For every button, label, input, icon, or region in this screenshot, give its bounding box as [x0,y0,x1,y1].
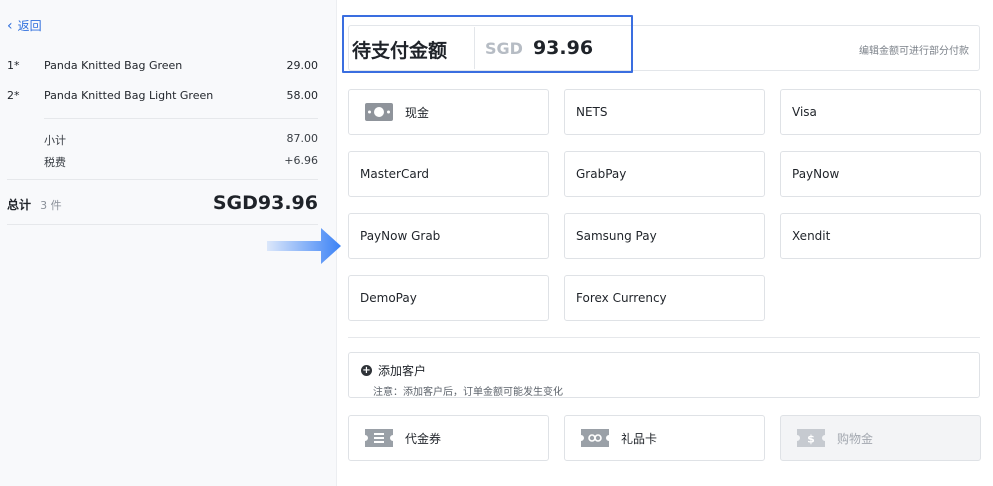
partial-payment-hint: 编辑金额可进行部分付款 [859,46,969,57]
pay-method-label: Visa [792,105,817,119]
store-credit-button[interactable]: $ 购物金 [780,415,981,461]
pay-method-demopay[interactable]: DemoPay [348,275,549,321]
line-item: 2* Panda Knitted Bag Light Green 58.00 [7,89,318,102]
pay-method-mastercard[interactable]: MasterCard [348,151,549,197]
pay-method-label: Xendit [792,229,831,243]
total-label: 总计 [7,198,32,212]
divider [7,224,318,225]
back-link[interactable]: ‹ 返回 [7,17,42,34]
svg-text:$: $ [807,433,815,446]
currency-label: SGD [485,38,523,58]
item-price: 58.00 [286,89,319,102]
pay-method-paynow-grab[interactable]: PayNow Grab [348,213,549,259]
subtotal-value: 87.00 [286,132,319,145]
item-price: 29.00 [286,59,319,72]
chevron-left-icon: ‹ [7,17,13,34]
voucher-label: 代金券 [405,431,442,446]
pay-method-xendit[interactable]: Xendit [780,213,981,259]
pay-method-label: Forex Currency [576,291,667,305]
line-item: 1* Panda Knitted Bag Green 29.00 [7,59,318,72]
total-count: 3 件 [40,199,62,212]
store-credit-icon: $ [797,429,825,447]
tax-row: 税费 +6.96 [44,154,318,170]
pay-method-label: Samsung Pay [576,229,657,243]
plus-circle-icon: + [361,365,372,376]
item-name: Panda Knitted Bag Green [44,59,183,72]
pay-method-label: MasterCard [360,167,430,181]
item-name: Panda Knitted Bag Light Green [44,89,214,102]
divider [348,337,980,338]
pay-method-label: GrabPay [576,167,627,181]
pay-method-label: DemoPay [360,291,417,305]
pay-method-cash[interactable]: 现金 [348,89,549,135]
pay-method-nets[interactable]: NETS [564,89,765,135]
pay-method-visa[interactable]: Visa [780,89,981,135]
add-customer-note: 注意：添加客户后，订单金额可能发生变化 [373,387,563,398]
divider [7,179,318,180]
pay-method-label: 现金 [405,105,430,120]
amount-value: 93.96 [532,37,594,59]
subtotal-row: 小计 87.00 [44,132,318,148]
pay-method-paynow[interactable]: PayNow [780,151,981,197]
tax-label: 税费 [44,156,66,169]
gift-card-icon [581,429,609,447]
gift-card-button[interactable]: 礼品卡 [564,415,765,461]
pay-method-forex-currency[interactable]: Forex Currency [564,275,765,321]
gift-card-label: 礼品卡 [621,431,658,446]
divider [44,118,318,119]
pay-method-label: PayNow [792,167,840,181]
subtotal-label: 小计 [44,134,66,147]
amount-due-label: 待支付金额 [352,40,448,62]
pay-method-label: NETS [576,105,608,119]
cash-icon [365,103,393,121]
total-value: SGD93.96 [212,192,318,214]
pay-method-label: PayNow Grab [360,229,441,243]
total-row: 总计 3 件 SGD93.96 [7,192,318,214]
item-qty: 2* [7,89,20,102]
item-qty: 1* [7,59,20,72]
add-customer-label: 添加客户 [378,364,427,378]
pay-method-grabpay[interactable]: GrabPay [564,151,765,197]
voucher-button[interactable]: 代金券 [348,415,549,461]
back-label: 返回 [17,19,42,33]
arrow-right-icon [267,228,341,264]
tax-value: +6.96 [284,154,318,167]
voucher-icon [365,429,393,447]
store-credit-label: 购物金 [837,431,874,446]
add-customer-button[interactable]: + 添加客户 注意：添加客户后，订单金额可能发生变化 [348,352,980,398]
pay-method-samsung-pay[interactable]: Samsung Pay [564,213,765,259]
amount-input[interactable]: SGD 93.96 [474,27,631,69]
